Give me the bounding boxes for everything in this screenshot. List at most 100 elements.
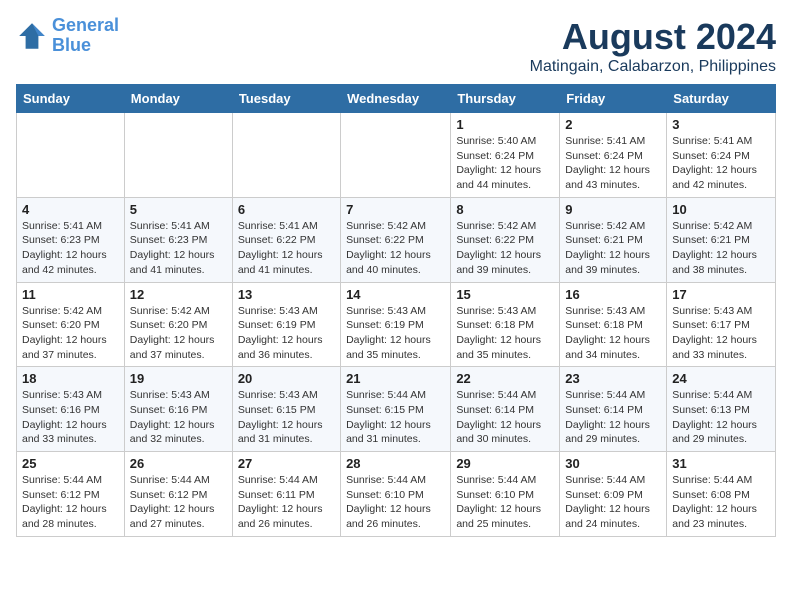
calendar-cell: 14Sunrise: 5:43 AM Sunset: 6:19 PM Dayli… [341,282,451,367]
day-info: Sunrise: 5:42 AM Sunset: 6:20 PM Dayligh… [22,304,119,363]
calendar-cell: 19Sunrise: 5:43 AM Sunset: 6:16 PM Dayli… [124,367,232,452]
calendar-cell [232,113,340,198]
calendar-cell: 30 Sunrise: 5:44 AM Sunset: 6:09 PM Dayli… [560,452,667,537]
day-info: Sunrise: 5:43 AM Sunset: 6:16 PM Dayligh… [130,388,227,447]
day-info: Sunrise: 5:42 AM Sunset: 6:21 PM Dayligh… [565,219,661,278]
calendar-cell: 25 Sunrise: 5:44 AM Sunset: 6:12 PM Dayli… [17,452,125,537]
calendar-cell: 10 Sunrise: 5:42 AM Sunset: 6:21 PM Dayli… [667,197,776,282]
day-info: Sunrise: 5:42 AM Sunset: 6:22 PM Dayligh… [346,219,445,278]
calendar-cell: 20 Sunrise: 5:43 AM Sunset: 6:15 PM Dayli… [232,367,340,452]
day-info: Sunrise: 5:44 AM Sunset: 6:13 PM Dayligh… [672,388,770,447]
day-number: 7 [346,202,445,217]
logo-text: General Blue [52,16,119,56]
calendar-cell [17,113,125,198]
day-info: Sunrise: 5:44 AM Sunset: 6:12 PM Dayligh… [22,473,119,532]
calendar-cell: 15 Sunrise: 5:43 AM Sunset: 6:18 PM Dayli… [451,282,560,367]
day-number: 15 [456,287,554,302]
page-header: General Blue August 2024 Matingain, Cala… [16,16,776,76]
calendar-week-4: 18 Sunrise: 5:43 AM Sunset: 6:16 PM Dayli… [17,367,776,452]
day-header-wednesday: Wednesday [341,85,451,113]
logo-icon [16,20,48,52]
day-header-tuesday: Tuesday [232,85,340,113]
day-info: Sunrise: 5:44 AM Sunset: 6:15 PM Dayligh… [346,388,445,447]
calendar-week-1: 1 Sunrise: 5:40 AM Sunset: 6:24 PM Daylig… [17,113,776,198]
day-header-friday: Friday [560,85,667,113]
day-number: 4 [22,202,119,217]
day-info: Sunrise: 5:44 AM Sunset: 6:11 PM Dayligh… [238,473,335,532]
day-number: 29 [456,456,554,471]
calendar-table: SundayMondayTuesdayWednesdayThursdayFrid… [16,84,776,537]
day-header-sunday: Sunday [17,85,125,113]
calendar-cell: 22 Sunrise: 5:44 AM Sunset: 6:14 PM Dayli… [451,367,560,452]
calendar-cell: 5 Sunrise: 5:41 AM Sunset: 6:23 PM Daylig… [124,197,232,282]
calendar-week-2: 4 Sunrise: 5:41 AM Sunset: 6:23 PM Daylig… [17,197,776,282]
calendar-cell: 8 Sunrise: 5:42 AM Sunset: 6:22 PM Daylig… [451,197,560,282]
calendar-cell: 27 Sunrise: 5:44 AM Sunset: 6:11 PM Dayli… [232,452,340,537]
day-info: Sunrise: 5:42 AM Sunset: 6:22 PM Dayligh… [456,219,554,278]
day-number: 16 [565,287,661,302]
calendar-cell [341,113,451,198]
day-number: 5 [130,202,227,217]
calendar-cell: 7 Sunrise: 5:42 AM Sunset: 6:22 PM Daylig… [341,197,451,282]
day-number: 26 [130,456,227,471]
day-number: 13 [238,287,335,302]
calendar-cell: 24 Sunrise: 5:44 AM Sunset: 6:13 PM Dayli… [667,367,776,452]
calendar-cell: 26 Sunrise: 5:44 AM Sunset: 6:12 PM Dayli… [124,452,232,537]
day-info: Sunrise: 5:40 AM Sunset: 6:24 PM Dayligh… [456,134,554,193]
calendar-cell: 21 Sunrise: 5:44 AM Sunset: 6:15 PM Dayli… [341,367,451,452]
day-number: 3 [672,117,770,132]
calendar-cell: 2 Sunrise: 5:41 AM Sunset: 6:24 PM Daylig… [560,113,667,198]
calendar-cell: 4 Sunrise: 5:41 AM Sunset: 6:23 PM Daylig… [17,197,125,282]
day-info: Sunrise: 5:41 AM Sunset: 6:24 PM Dayligh… [565,134,661,193]
day-header-monday: Monday [124,85,232,113]
day-info: Sunrise: 5:43 AM Sunset: 6:19 PM Dayligh… [346,304,445,363]
day-info: Sunrise: 5:41 AM Sunset: 6:22 PM Dayligh… [238,219,335,278]
day-info: Sunrise: 5:41 AM Sunset: 6:23 PM Dayligh… [22,219,119,278]
day-number: 24 [672,371,770,386]
day-number: 2 [565,117,661,132]
day-info: Sunrise: 5:44 AM Sunset: 6:12 PM Dayligh… [130,473,227,532]
day-info: Sunrise: 5:44 AM Sunset: 6:10 PM Dayligh… [346,473,445,532]
day-info: Sunrise: 5:44 AM Sunset: 6:08 PM Dayligh… [672,473,770,532]
day-number: 12 [130,287,227,302]
day-number: 18 [22,371,119,386]
calendar-cell: 1 Sunrise: 5:40 AM Sunset: 6:24 PM Daylig… [451,113,560,198]
subtitle: Matingain, Calabarzon, Philippines [530,58,776,76]
calendar-cell: 9 Sunrise: 5:42 AM Sunset: 6:21 PM Daylig… [560,197,667,282]
day-number: 20 [238,371,335,386]
calendar-cell: 28Sunrise: 5:44 AM Sunset: 6:10 PM Dayli… [341,452,451,537]
day-number: 17 [672,287,770,302]
calendar-cell: 6Sunrise: 5:41 AM Sunset: 6:22 PM Daylig… [232,197,340,282]
day-info: Sunrise: 5:43 AM Sunset: 6:18 PM Dayligh… [456,304,554,363]
day-number: 31 [672,456,770,471]
day-number: 1 [456,117,554,132]
calendar-cell: 17 Sunrise: 5:43 AM Sunset: 6:17 PM Dayli… [667,282,776,367]
logo: General Blue [16,16,119,56]
day-info: Sunrise: 5:44 AM Sunset: 6:14 PM Dayligh… [456,388,554,447]
day-number: 10 [672,202,770,217]
day-number: 11 [22,287,119,302]
day-number: 9 [565,202,661,217]
day-info: Sunrise: 5:44 AM Sunset: 6:09 PM Dayligh… [565,473,661,532]
day-header-thursday: Thursday [451,85,560,113]
calendar-cell: 29Sunrise: 5:44 AM Sunset: 6:10 PM Dayli… [451,452,560,537]
calendar-cell: 12Sunrise: 5:42 AM Sunset: 6:20 PM Dayli… [124,282,232,367]
day-number: 25 [22,456,119,471]
day-number: 30 [565,456,661,471]
day-info: Sunrise: 5:42 AM Sunset: 6:21 PM Dayligh… [672,219,770,278]
day-info: Sunrise: 5:43 AM Sunset: 6:18 PM Dayligh… [565,304,661,363]
day-number: 22 [456,371,554,386]
day-number: 21 [346,371,445,386]
title-block: August 2024 Matingain, Calabarzon, Phili… [530,16,776,76]
calendar-week-5: 25 Sunrise: 5:44 AM Sunset: 6:12 PM Dayli… [17,452,776,537]
day-number: 27 [238,456,335,471]
day-number: 8 [456,202,554,217]
calendar-cell: 18 Sunrise: 5:43 AM Sunset: 6:16 PM Dayli… [17,367,125,452]
calendar-cell: 13 Sunrise: 5:43 AM Sunset: 6:19 PM Dayli… [232,282,340,367]
day-info: Sunrise: 5:43 AM Sunset: 6:16 PM Dayligh… [22,388,119,447]
day-info: Sunrise: 5:43 AM Sunset: 6:19 PM Dayligh… [238,304,335,363]
day-info: Sunrise: 5:43 AM Sunset: 6:17 PM Dayligh… [672,304,770,363]
day-info: Sunrise: 5:43 AM Sunset: 6:15 PM Dayligh… [238,388,335,447]
day-info: Sunrise: 5:41 AM Sunset: 6:23 PM Dayligh… [130,219,227,278]
calendar-cell [124,113,232,198]
